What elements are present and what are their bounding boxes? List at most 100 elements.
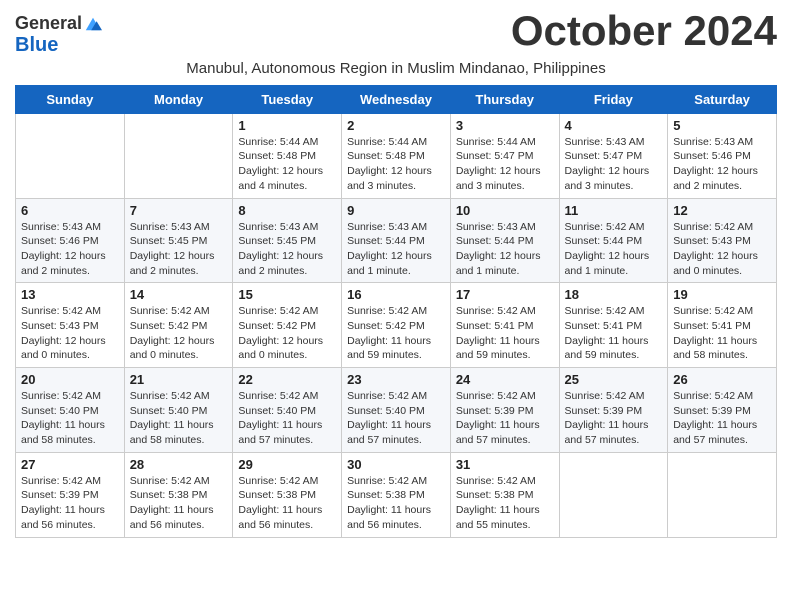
day-number: 5: [673, 118, 771, 133]
calendar-day-header: Friday: [559, 85, 668, 113]
day-number: 24: [456, 372, 554, 387]
day-number: 16: [347, 287, 445, 302]
day-info: Sunrise: 5:42 AM Sunset: 5:43 PM Dayligh…: [673, 220, 771, 279]
calendar-day-cell: 16 Sunrise: 5:42 AM Sunset: 5:42 PM Dayli…: [342, 283, 451, 368]
day-number: 28: [130, 457, 228, 472]
day-info: Sunrise: 5:42 AM Sunset: 5:39 PM Dayligh…: [673, 389, 771, 448]
calendar-day-cell: 30Sunrise: 5:42 AM Sunset: 5:38 PM Dayli…: [342, 452, 451, 537]
day-number: 2: [347, 118, 445, 133]
calendar-day-cell: [16, 113, 125, 198]
calendar-day-cell: 22 Sunrise: 5:42 AM Sunset: 5:40 PM Dayli…: [233, 368, 342, 453]
day-number: 21: [130, 372, 228, 387]
calendar-day-cell: 15 Sunrise: 5:42 AM Sunset: 5:42 PM Dayli…: [233, 283, 342, 368]
calendar-subtitle: Manubul, Autonomous Region in Muslim Min…: [15, 60, 777, 77]
day-info: Sunrise: 5:42 AM Sunset: 5:42 PM Dayligh…: [347, 304, 445, 363]
calendar-day-cell: 18Sunrise: 5:42 AM Sunset: 5:41 PM Dayli…: [559, 283, 668, 368]
calendar-day-cell: 20Sunrise: 5:42 AM Sunset: 5:40 PM Dayli…: [16, 368, 125, 453]
day-info: Sunrise: 5:42 AM Sunset: 5:40 PM Dayligh…: [130, 389, 228, 448]
day-number: 10: [456, 203, 554, 218]
calendar-day-cell: 6 Sunrise: 5:43 AM Sunset: 5:46 PM Daylig…: [16, 198, 125, 283]
day-info: Sunrise: 5:42 AM Sunset: 5:39 PM Dayligh…: [565, 389, 663, 448]
day-number: 22: [238, 372, 336, 387]
day-number: 29: [238, 457, 336, 472]
day-number: 26: [673, 372, 771, 387]
calendar-week-row: 13Sunrise: 5:42 AM Sunset: 5:43 PM Dayli…: [16, 283, 777, 368]
page-header: General Blue October 2024: [15, 10, 777, 56]
calendar-day-cell: [559, 452, 668, 537]
calendar-day-cell: 28 Sunrise: 5:42 AM Sunset: 5:38 PM Dayli…: [124, 452, 233, 537]
day-info: Sunrise: 5:43 AM Sunset: 5:46 PM Dayligh…: [21, 220, 119, 279]
day-info: Sunrise: 5:42 AM Sunset: 5:42 PM Dayligh…: [130, 304, 228, 363]
logo-general: General: [15, 14, 82, 34]
calendar-day-cell: 19 Sunrise: 5:42 AM Sunset: 5:41 PM Dayli…: [668, 283, 777, 368]
day-info: Sunrise: 5:43 AM Sunset: 5:45 PM Dayligh…: [238, 220, 336, 279]
day-info: Sunrise: 5:43 AM Sunset: 5:45 PM Dayligh…: [130, 220, 228, 279]
day-info: Sunrise: 5:43 AM Sunset: 5:47 PM Dayligh…: [565, 135, 663, 194]
calendar-day-cell: 23Sunrise: 5:42 AM Sunset: 5:40 PM Dayli…: [342, 368, 451, 453]
calendar-day-cell: 1Sunrise: 5:44 AM Sunset: 5:48 PM Daylig…: [233, 113, 342, 198]
day-info: Sunrise: 5:42 AM Sunset: 5:38 PM Dayligh…: [456, 474, 554, 533]
day-info: Sunrise: 5:42 AM Sunset: 5:43 PM Dayligh…: [21, 304, 119, 363]
day-number: 19: [673, 287, 771, 302]
day-info: Sunrise: 5:44 AM Sunset: 5:47 PM Dayligh…: [456, 135, 554, 194]
calendar-day-cell: 24 Sunrise: 5:42 AM Sunset: 5:39 PM Dayli…: [450, 368, 559, 453]
calendar-day-cell: 5 Sunrise: 5:43 AM Sunset: 5:46 PM Daylig…: [668, 113, 777, 198]
calendar-day-cell: 13Sunrise: 5:42 AM Sunset: 5:43 PM Dayli…: [16, 283, 125, 368]
calendar-day-cell: 7 Sunrise: 5:43 AM Sunset: 5:45 PM Daylig…: [124, 198, 233, 283]
calendar-table: SundayMondayTuesdayWednesdayThursdayFrid…: [15, 85, 777, 538]
calendar-header-row: SundayMondayTuesdayWednesdayThursdayFrid…: [16, 85, 777, 113]
calendar-day-cell: 26 Sunrise: 5:42 AM Sunset: 5:39 PM Dayli…: [668, 368, 777, 453]
day-info: Sunrise: 5:42 AM Sunset: 5:41 PM Dayligh…: [456, 304, 554, 363]
day-number: 14: [130, 287, 228, 302]
calendar-day-header: Sunday: [16, 85, 125, 113]
calendar-day-cell: 9 Sunrise: 5:43 AM Sunset: 5:44 PM Daylig…: [342, 198, 451, 283]
calendar-day-cell: 14 Sunrise: 5:42 AM Sunset: 5:42 PM Dayli…: [124, 283, 233, 368]
day-number: 8: [238, 203, 336, 218]
day-info: Sunrise: 5:44 AM Sunset: 5:48 PM Dayligh…: [347, 135, 445, 194]
day-number: 7: [130, 203, 228, 218]
day-info: Sunrise: 5:43 AM Sunset: 5:44 PM Dayligh…: [456, 220, 554, 279]
logo-icon: [84, 17, 102, 31]
day-number: 4: [565, 118, 663, 133]
calendar-day-cell: 11Sunrise: 5:42 AM Sunset: 5:44 PM Dayli…: [559, 198, 668, 283]
calendar-day-cell: 29 Sunrise: 5:42 AM Sunset: 5:38 PM Dayli…: [233, 452, 342, 537]
day-number: 11: [565, 203, 663, 218]
calendar-day-cell: 10 Sunrise: 5:43 AM Sunset: 5:44 PM Dayli…: [450, 198, 559, 283]
calendar-day-header: Tuesday: [233, 85, 342, 113]
calendar-day-cell: 3 Sunrise: 5:44 AM Sunset: 5:47 PM Daylig…: [450, 113, 559, 198]
logo-blue: Blue: [15, 34, 58, 56]
day-number: 27: [21, 457, 119, 472]
day-info: Sunrise: 5:42 AM Sunset: 5:40 PM Dayligh…: [238, 389, 336, 448]
day-info: Sunrise: 5:42 AM Sunset: 5:39 PM Dayligh…: [456, 389, 554, 448]
day-info: Sunrise: 5:42 AM Sunset: 5:42 PM Dayligh…: [238, 304, 336, 363]
calendar-day-header: Wednesday: [342, 85, 451, 113]
calendar-day-cell: [124, 113, 233, 198]
calendar-day-cell: 2 Sunrise: 5:44 AM Sunset: 5:48 PM Daylig…: [342, 113, 451, 198]
day-number: 6: [21, 203, 119, 218]
month-title: October 2024: [511, 10, 777, 52]
day-info: Sunrise: 5:42 AM Sunset: 5:38 PM Dayligh…: [238, 474, 336, 533]
day-number: 9: [347, 203, 445, 218]
day-info: Sunrise: 5:42 AM Sunset: 5:38 PM Dayligh…: [347, 474, 445, 533]
calendar-week-row: 20Sunrise: 5:42 AM Sunset: 5:40 PM Dayli…: [16, 368, 777, 453]
day-info: Sunrise: 5:42 AM Sunset: 5:41 PM Dayligh…: [565, 304, 663, 363]
day-number: 31: [456, 457, 554, 472]
calendar-week-row: 1Sunrise: 5:44 AM Sunset: 5:48 PM Daylig…: [16, 113, 777, 198]
day-info: Sunrise: 5:43 AM Sunset: 5:46 PM Dayligh…: [673, 135, 771, 194]
day-info: Sunrise: 5:44 AM Sunset: 5:48 PM Dayligh…: [238, 135, 336, 194]
day-info: Sunrise: 5:42 AM Sunset: 5:41 PM Dayligh…: [673, 304, 771, 363]
calendar-week-row: 6 Sunrise: 5:43 AM Sunset: 5:46 PM Daylig…: [16, 198, 777, 283]
calendar-day-header: Thursday: [450, 85, 559, 113]
calendar-day-cell: [668, 452, 777, 537]
calendar-week-row: 27Sunrise: 5:42 AM Sunset: 5:39 PM Dayli…: [16, 452, 777, 537]
day-number: 3: [456, 118, 554, 133]
day-number: 12: [673, 203, 771, 218]
calendar-day-header: Saturday: [668, 85, 777, 113]
day-number: 25: [565, 372, 663, 387]
logo: General Blue: [15, 14, 102, 56]
day-info: Sunrise: 5:43 AM Sunset: 5:44 PM Dayligh…: [347, 220, 445, 279]
day-info: Sunrise: 5:42 AM Sunset: 5:38 PM Dayligh…: [130, 474, 228, 533]
day-number: 23: [347, 372, 445, 387]
calendar-day-cell: 31 Sunrise: 5:42 AM Sunset: 5:38 PM Dayli…: [450, 452, 559, 537]
day-number: 15: [238, 287, 336, 302]
